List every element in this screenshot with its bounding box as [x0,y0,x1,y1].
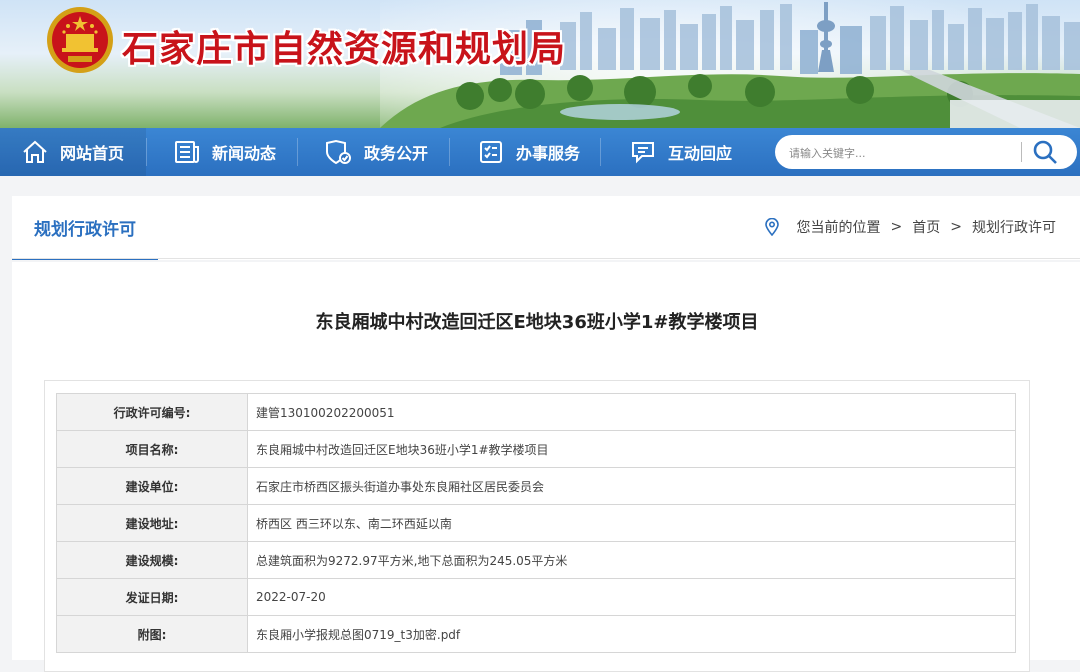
newspaper-icon [175,141,199,163]
nav-divider [297,138,298,166]
table-row: 建设单位: 石家庄市桥西区振头街道办事处东良厢社区居民委员会 [56,467,1016,505]
chat-icon [632,142,654,164]
nav-item-news[interactable]: 新闻动态 [174,128,276,176]
shield-check-icon [326,139,351,165]
row-value: 石家庄市桥西区振头街道办事处东良厢社区居民委员会 [247,467,1016,505]
nav-item-label: 网站首页 [60,144,125,163]
breadcrumb-separator: > [950,219,962,235]
row-label: 发证日期: [56,578,248,616]
row-value: 2022-07-20 [247,578,1016,616]
row-value: 东良厢城中村改造回迁区E地块36班小学1#教学楼项目 [247,430,1016,468]
row-label: 行政许可编号: [56,393,248,431]
location-pin-icon [764,218,779,236]
row-value: 桥西区 西三环以东、南二环西延以南 [247,504,1016,542]
main-nav: 网站首页 新闻动态 政务公开 办事服务 互动回应 [0,128,1080,176]
attachment-link[interactable]: 东良厢小学报规总图0719_t3加密.pdf [247,615,1016,653]
section-title: 规划行政许可 [12,196,158,260]
table-row: 行政许可编号: 建管130100202200051 [56,393,1016,431]
home-icon [23,140,47,163]
nav-item-label: 政务公开 [364,144,429,163]
nav-item-label: 办事服务 [516,144,581,163]
nav-item-services[interactable]: 办事服务 [478,128,580,176]
checklist-icon [480,141,502,163]
search-divider [1021,142,1022,162]
article-title: 东良厢城中村改造回迁区E地块36班小学1#教学楼项目 [315,312,759,333]
row-label: 建设规模: [56,541,248,579]
search-input[interactable] [787,141,1016,165]
main-content: 东良厢城中村改造回迁区E地块36班小学1#教学楼项目 行政许可编号: 建管130… [12,262,1080,672]
nav-item-label: 互动回应 [668,144,733,163]
breadcrumb-bar: 规划行政许可 您当前的位置 > 首页 > 规划行政许可 [12,196,1080,260]
nav-divider [449,138,450,166]
row-label: 项目名称: [56,430,248,468]
breadcrumb: 您当前的位置 > 首页 > 规划行政许可 [764,216,1056,238]
row-label: 附图: [56,615,248,653]
site-title: 石家庄市自然资源和规划局 [122,29,567,70]
nav-item-interaction[interactable]: 互动回应 [630,128,732,176]
search-icon[interactable] [1031,139,1059,165]
national-emblem-icon [47,7,113,73]
search-box [775,135,1077,169]
nav-item-label: 新闻动态 [212,144,277,163]
row-label: 建设单位: [56,467,248,505]
divider [12,258,1080,259]
nav-divider [600,138,601,166]
row-value: 建管130100202200051 [247,393,1016,431]
nav-item-home[interactable]: 网站首页 [0,128,146,176]
table-row: 建设规模: 总建筑面积为9272.97平方米,地下总面积为245.05平方米 [56,541,1016,579]
permit-info-table: 行政许可编号: 建管130100202200051 项目名称: 东良厢城中村改造… [56,393,1016,653]
breadcrumb-separator: > [890,219,903,235]
info-table-container: 行政许可编号: 建管130100202200051 项目名称: 东良厢城中村改造… [44,380,1030,672]
table-row: 附图: 东良厢小学报规总图0719_t3加密.pdf [56,615,1016,653]
table-row: 建设地址: 桥西区 西三环以东、南二环西延以南 [56,504,1016,542]
row-value: 总建筑面积为9272.97平方米,地下总面积为245.05平方米 [247,541,1016,579]
table-row: 发证日期: 2022-07-20 [56,578,1016,616]
row-label: 建设地址: [56,504,248,542]
breadcrumb-home-link[interactable]: 首页 [912,217,940,237]
breadcrumb-current-link[interactable]: 规划行政许可 [972,217,1056,237]
nav-item-gov-affairs[interactable]: 政务公开 [324,128,428,176]
nav-divider [146,138,147,166]
table-row: 项目名称: 东良厢城中村改造回迁区E地块36班小学1#教学楼项目 [56,430,1016,468]
header-banner: 石家庄市自然资源和规划局 [0,0,1080,128]
location-label: 您当前的位置 [796,220,881,236]
